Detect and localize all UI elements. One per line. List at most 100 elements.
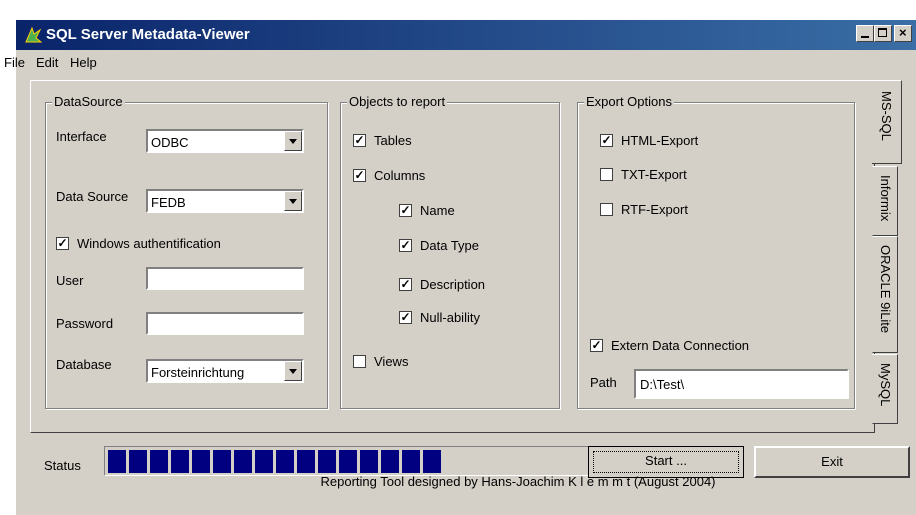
menu-edit[interactable]: Edit xyxy=(36,55,58,70)
export-group: Export Options ✓ HTML-Export TXT-Export R… xyxy=(577,94,855,409)
checkbox-checked-icon: ✓ xyxy=(56,236,69,251)
progress-block xyxy=(108,450,126,473)
checkbox-checked-icon: ✓ xyxy=(353,133,366,148)
progress-block xyxy=(318,450,336,473)
menu-bar: File Edit Help xyxy=(4,50,916,76)
status-label: Status xyxy=(44,458,81,473)
rtf-export-checkbox[interactable]: RTF-Export xyxy=(600,202,688,217)
objects-legend: Objects to report xyxy=(347,94,448,109)
columns-label: Columns xyxy=(374,168,426,183)
progress-block xyxy=(150,450,168,473)
minimize-button[interactable] xyxy=(856,25,874,42)
tab-panel: DataSource Interface ODBC Data Source FE… xyxy=(30,80,875,433)
title-bar[interactable]: SQL Server Metadata-Viewer × xyxy=(16,20,916,50)
html-export-label: HTML-Export xyxy=(621,133,699,148)
checkbox-checked-icon: ✓ xyxy=(353,168,366,183)
menu-help[interactable]: Help xyxy=(70,55,97,70)
database-select[interactable]: Forsteinrichtung xyxy=(146,359,304,383)
checkbox-empty-icon xyxy=(600,203,613,217)
interface-select[interactable]: ODBC xyxy=(146,129,304,153)
tab-mysql-label: MySQL xyxy=(878,363,893,407)
database-label: Database xyxy=(56,357,112,372)
checkbox-checked-icon: ✓ xyxy=(590,338,603,353)
progress-block xyxy=(234,450,252,473)
progress-bar xyxy=(104,446,594,476)
winauth-checkbox[interactable]: ✓ Windows authentification xyxy=(56,236,221,251)
tab-oracle-label: ORACLE 9iLite xyxy=(878,245,893,334)
checkbox-checked-icon: ✓ xyxy=(399,277,412,292)
chevron-down-icon[interactable] xyxy=(284,191,302,211)
tab-oracle[interactable]: ORACLE 9iLite xyxy=(872,236,898,353)
progress-block xyxy=(171,450,189,473)
progress-block xyxy=(423,450,441,473)
txt-export-checkbox[interactable]: TXT-Export xyxy=(600,167,687,182)
checkbox-checked-icon: ✓ xyxy=(600,133,613,148)
progress-block xyxy=(276,450,294,473)
password-label: Password xyxy=(56,316,114,331)
datasource-group: DataSource Interface ODBC Data Source FE… xyxy=(45,94,328,409)
menu-file[interactable]: File xyxy=(4,55,25,70)
objects-group: Objects to report ✓ Tables ✓ Columns ✓ Name… xyxy=(340,94,560,409)
database-value: Forsteinrichtung xyxy=(151,365,245,380)
progress-block xyxy=(213,450,231,473)
extern-connection-label: Extern Data Connection xyxy=(611,338,750,353)
progress-block xyxy=(381,450,399,473)
close-button[interactable]: × xyxy=(894,25,912,42)
password-field[interactable] xyxy=(146,312,304,335)
progress-block xyxy=(297,450,315,473)
chevron-down-icon[interactable] xyxy=(284,131,302,151)
tab-ms-sql[interactable]: MS-SQL xyxy=(872,80,902,164)
checkbox-checked-icon: ✓ xyxy=(399,238,412,253)
footer-credit: Reporting Tool designed by Hans-Joachim … xyxy=(320,474,716,489)
views-checkbox[interactable]: Views xyxy=(353,354,408,369)
progress-block xyxy=(339,450,357,473)
datasource-legend: DataSource xyxy=(52,94,125,109)
html-export-checkbox[interactable]: ✓ HTML-Export xyxy=(600,133,698,148)
close-icon: × xyxy=(899,25,907,40)
datasource-value: FEDB xyxy=(151,195,186,210)
rtf-export-label: RTF-Export xyxy=(621,202,688,217)
tables-label: Tables xyxy=(374,133,412,148)
datatype-checkbox[interactable]: ✓ Data Type xyxy=(399,238,479,253)
checkbox-empty-icon xyxy=(353,355,366,369)
nullability-label: Null-ability xyxy=(420,310,480,325)
progress-block xyxy=(360,450,378,473)
tab-ms-sql-label: MS-SQL xyxy=(879,91,894,141)
tab-mysql[interactable]: MySQL xyxy=(872,354,898,424)
path-field[interactable]: D:\Test\ xyxy=(634,369,849,399)
maximize-button[interactable] xyxy=(874,25,892,42)
winauth-label: Windows authentification xyxy=(77,236,221,251)
name-label: Name xyxy=(420,203,455,218)
minimize-icon xyxy=(861,36,869,38)
interface-label: Interface xyxy=(56,129,107,144)
datatype-label: Data Type xyxy=(420,238,480,253)
chevron-down-icon[interactable] xyxy=(284,361,302,381)
nullability-checkbox[interactable]: ✓ Null-ability xyxy=(399,310,480,325)
interface-value: ODBC xyxy=(151,135,189,150)
progress-block xyxy=(192,450,210,473)
progress-block xyxy=(129,450,147,473)
checkbox-empty-icon xyxy=(600,168,613,182)
name-checkbox[interactable]: ✓ Name xyxy=(399,203,455,218)
datasource-select[interactable]: FEDB xyxy=(146,189,304,213)
user-field[interactable] xyxy=(146,267,304,290)
maximize-icon xyxy=(878,28,887,37)
app-icon xyxy=(25,26,42,43)
txt-export-label: TXT-Export xyxy=(621,167,687,182)
extern-connection-checkbox[interactable]: ✓ Extern Data Connection xyxy=(590,338,749,353)
description-checkbox[interactable]: ✓ Description xyxy=(399,277,485,292)
datasource-label: Data Source xyxy=(56,189,129,204)
checkbox-checked-icon: ✓ xyxy=(399,310,412,325)
user-label: User xyxy=(56,273,84,288)
tab-informix[interactable]: Informix xyxy=(872,166,898,236)
views-label: Views xyxy=(374,354,409,369)
export-legend: Export Options xyxy=(584,94,674,109)
path-label: Path xyxy=(590,375,617,390)
tab-informix-label: Informix xyxy=(878,175,893,222)
window-title: SQL Server Metadata-Viewer xyxy=(46,26,250,43)
columns-checkbox[interactable]: ✓ Columns xyxy=(353,168,425,183)
progress-block xyxy=(402,450,420,473)
tables-checkbox[interactable]: ✓ Tables xyxy=(353,133,412,148)
progress-block xyxy=(255,450,273,473)
description-label: Description xyxy=(420,277,486,292)
